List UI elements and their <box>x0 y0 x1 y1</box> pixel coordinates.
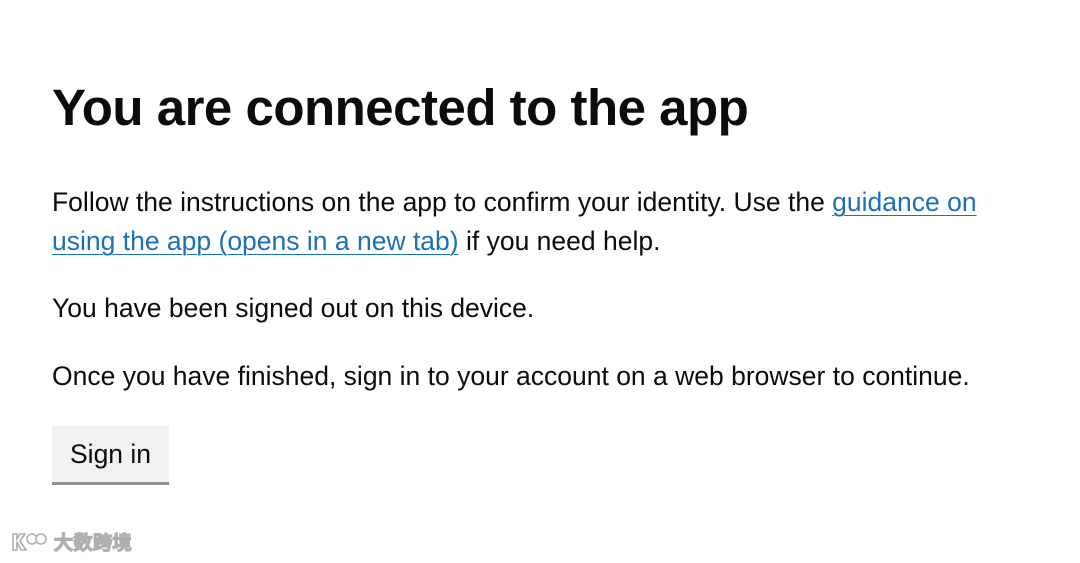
watermark-text: 大数跨境 <box>53 531 133 554</box>
instructions-paragraph: Follow the instructions on the app to co… <box>52 183 1012 261</box>
finished-message: Once you have finished, sign in to your … <box>52 361 970 391</box>
instructions-text: Follow the instructions on the app to co… <box>52 187 833 217</box>
watermark: 大数跨境 <box>10 528 132 555</box>
watermark-logo-icon <box>12 532 47 551</box>
sign-in-button[interactable]: Sign in <box>52 426 170 485</box>
instructions-suffix: if you need help. <box>458 226 661 256</box>
signed-out-message: You have been signed out on this device. <box>52 293 535 323</box>
page-title: You are connected to the app <box>52 79 749 136</box>
